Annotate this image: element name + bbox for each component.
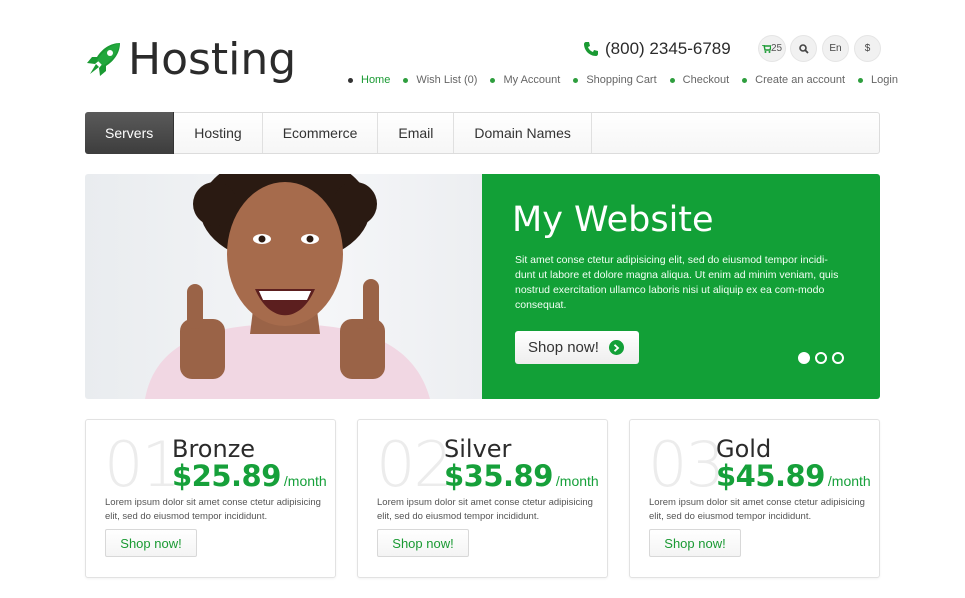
bullet-icon [348, 77, 353, 83]
top-nav-label: Shopping Cart [586, 74, 657, 86]
chevron-right-icon [608, 340, 624, 355]
search-button[interactable] [790, 35, 817, 62]
top-nav-label: My Account [503, 74, 561, 86]
bullet-icon [403, 77, 409, 83]
plan-number: 03 [648, 428, 725, 501]
cart-icon [761, 44, 771, 53]
plan-price-amount: $35.89 [444, 459, 553, 493]
plan-card-bronze: 01 Bronze $25.89 /month Lorem ipsum dolo… [85, 419, 336, 578]
hero-slider: My Website Sit amet conse ctetur adipisi… [85, 174, 880, 399]
plan-price: $45.89 /month [716, 459, 871, 493]
smiling-woman-image [145, 174, 430, 399]
phone-text: (800) 2345-6789 [605, 39, 731, 58]
plan-price: $35.89 /month [444, 459, 599, 493]
plan-shop-now-button[interactable]: Shop now! [377, 529, 469, 557]
menu-item-email[interactable]: Email [378, 113, 455, 153]
top-nav-shopping-cart[interactable]: Shopping Cart [573, 74, 657, 86]
top-nav-login[interactable]: Login [858, 74, 898, 86]
plan-number: 01 [104, 428, 181, 501]
top-nav-label: Checkout [682, 74, 730, 86]
plan-card-gold: 03 Gold $45.89 /month Lorem ipsum dolor … [629, 419, 880, 578]
hero-shop-now-button[interactable]: Shop now! [515, 331, 639, 364]
slider-dot-1[interactable] [798, 352, 810, 364]
cart-count: 25 [770, 43, 783, 54]
phone-number: (800) 2345-6789 [583, 39, 731, 59]
top-nav-label: Create an account [755, 74, 846, 86]
bullet-icon [490, 77, 496, 83]
plan-description: Lorem ipsum dolor sit amet conse ctetur … [377, 497, 593, 522]
plan-card-silver: 02 Silver $35.89 /month Lorem ipsum dolo… [357, 419, 608, 578]
plan-description: Lorem ipsum dolor sit amet conse ctetur … [649, 497, 865, 522]
site-logo[interactable]: Hosting [84, 38, 296, 82]
top-nav-label: Wish List (0) [416, 74, 478, 86]
top-nav-label: Login [871, 74, 898, 86]
bullet-icon [669, 77, 675, 83]
main-menu: Servers Hosting Ecommerce Email Domain N… [85, 112, 880, 154]
slider-pagination [798, 352, 849, 364]
top-nav: Home Wish List (0) My Account Shopping C… [348, 74, 898, 86]
plan-price: $25.89 /month [172, 459, 327, 493]
plan-price-amount: $45.89 [716, 459, 825, 493]
site-title: Hosting [128, 34, 297, 85]
top-nav-label: Home [361, 74, 391, 86]
plan-price-amount: $25.89 [172, 459, 281, 493]
plan-price-period: /month [283, 473, 327, 489]
bullet-icon [742, 77, 748, 83]
rocket-icon [87, 43, 120, 76]
bullet-icon [858, 77, 864, 83]
menu-item-domain-names[interactable]: Domain Names [454, 113, 592, 153]
slider-dot-2[interactable] [815, 352, 827, 364]
menu-item-hosting[interactable]: Hosting [174, 113, 263, 153]
cart-button[interactable]: 25 [758, 35, 786, 62]
language-button[interactable]: En [822, 35, 849, 62]
plan-description: Lorem ipsum dolor sit amet conse ctetur … [105, 497, 321, 522]
slider-dot-3[interactable] [832, 352, 844, 364]
menu-item-servers[interactable]: Servers [85, 112, 175, 154]
top-nav-wish-list[interactable]: Wish List (0) [403, 74, 477, 86]
plan-number: 02 [376, 428, 453, 501]
plan-price-period: /month [555, 473, 599, 489]
top-nav-create-account[interactable]: Create an account [742, 74, 845, 86]
currency-button[interactable]: $ [854, 35, 881, 62]
plan-shop-now-button[interactable]: Shop now! [649, 529, 741, 557]
hero-title: My Website [512, 200, 714, 240]
plan-price-period: /month [827, 473, 871, 489]
hero-panel: My Website Sit amet conse ctetur adipisi… [482, 174, 880, 399]
phone-icon [584, 42, 598, 56]
menu-item-ecommerce[interactable]: Ecommerce [263, 113, 379, 153]
hero-description: Sit amet conse ctetur adipisicing elit, … [515, 254, 839, 311]
plan-shop-now-button[interactable]: Shop now! [105, 529, 197, 557]
hero-photo [85, 174, 483, 399]
search-icon [798, 43, 809, 54]
top-nav-checkout[interactable]: Checkout [669, 74, 730, 86]
top-nav-home[interactable]: Home [348, 74, 390, 86]
hero-button-label: Shop now! [528, 339, 599, 356]
bullet-icon [573, 77, 579, 83]
top-nav-my-account[interactable]: My Account [490, 74, 560, 86]
